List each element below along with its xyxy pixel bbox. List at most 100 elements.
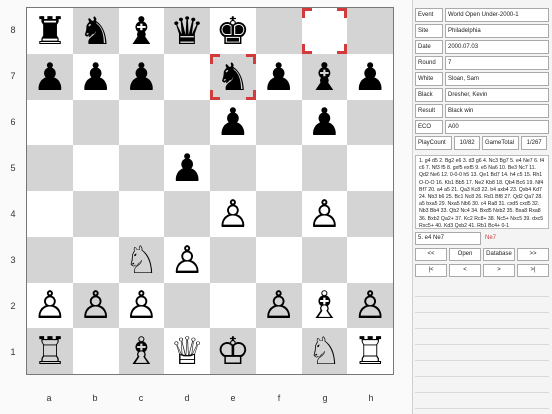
- square-b4[interactable]: [72, 191, 119, 237]
- square-f2[interactable]: ♙: [255, 282, 302, 329]
- piece[interactable]: ♙: [353, 286, 387, 324]
- end-move-button[interactable]: >|: [517, 264, 549, 277]
- square-h3[interactable]: [347, 236, 393, 283]
- square-g6[interactable]: ♟: [301, 99, 348, 146]
- piece[interactable]: ♙: [124, 286, 158, 324]
- square-b3[interactable]: [72, 236, 119, 283]
- info-value[interactable]: A00: [445, 120, 549, 134]
- piece[interactable]: ♙: [79, 286, 113, 324]
- square-c7[interactable]: ♟: [118, 53, 165, 100]
- piece[interactable]: ♕: [170, 332, 204, 370]
- piece[interactable]: ♚: [216, 12, 250, 50]
- first-game-button[interactable]: <<: [415, 248, 447, 261]
- piece[interactable]: ♙: [307, 195, 341, 233]
- piece[interactable]: ♘: [124, 241, 158, 279]
- square-a7[interactable]: ♟: [27, 53, 73, 100]
- square-b6[interactable]: [72, 99, 119, 146]
- square-a2[interactable]: ♙: [27, 282, 73, 329]
- square-b5[interactable]: [72, 145, 119, 191]
- square-f1[interactable]: [255, 328, 302, 374]
- info-value[interactable]: 2000.07.03: [445, 40, 549, 54]
- piece[interactable]: ♝: [307, 58, 341, 96]
- piece[interactable]: ♟: [79, 58, 113, 96]
- square-h7[interactable]: ♟: [347, 53, 393, 100]
- square-e6[interactable]: ♟: [210, 99, 256, 146]
- square-b1[interactable]: [72, 328, 119, 374]
- piece[interactable]: ♙: [216, 195, 250, 233]
- piece[interactable]: ♙: [33, 286, 67, 324]
- square-a5[interactable]: [27, 145, 73, 191]
- square-h5[interactable]: [347, 145, 393, 191]
- square-a1[interactable]: ♖: [27, 328, 73, 374]
- square-d3[interactable]: ♙: [164, 236, 210, 283]
- square-g8[interactable]: [301, 8, 348, 54]
- square-e2[interactable]: [210, 282, 256, 329]
- info-value[interactable]: Sloan, Sam: [445, 72, 549, 86]
- square-a8[interactable]: ♜: [27, 8, 73, 54]
- start-move-button[interactable]: |<: [415, 264, 447, 277]
- piece[interactable]: ♟: [124, 58, 158, 96]
- piece[interactable]: ♗: [124, 332, 158, 370]
- piece[interactable]: ♙: [170, 241, 204, 279]
- piece[interactable]: ♘: [307, 332, 341, 370]
- square-g7[interactable]: ♝: [301, 53, 348, 100]
- square-h2[interactable]: ♙: [347, 282, 393, 329]
- square-c1[interactable]: ♗: [118, 328, 165, 374]
- square-a4[interactable]: [27, 191, 73, 237]
- piece[interactable]: ♖: [33, 332, 67, 370]
- square-b2[interactable]: ♙: [72, 282, 119, 329]
- square-h4[interactable]: [347, 191, 393, 237]
- square-e3[interactable]: [210, 236, 256, 283]
- piece[interactable]: ♟: [307, 103, 341, 141]
- square-e8[interactable]: ♚: [210, 8, 256, 54]
- square-a3[interactable]: [27, 236, 73, 283]
- square-a6[interactable]: [27, 99, 73, 146]
- square-f7[interactable]: ♟: [255, 53, 302, 100]
- piece[interactable]: ♗: [307, 286, 341, 324]
- square-b7[interactable]: ♟: [72, 53, 119, 100]
- square-c3[interactable]: ♘: [118, 236, 165, 283]
- piece[interactable]: ♞: [79, 12, 113, 50]
- piece[interactable]: ♛: [170, 12, 204, 50]
- square-f4[interactable]: [255, 191, 302, 237]
- piece[interactable]: ♟: [353, 58, 387, 96]
- square-d7[interactable]: [164, 53, 210, 100]
- info-value[interactable]: World Open Under-2000-1: [445, 8, 549, 22]
- database-button[interactable]: Database: [483, 248, 515, 261]
- square-c6[interactable]: [118, 99, 165, 146]
- notes-area[interactable]: [415, 281, 549, 413]
- piece[interactable]: ♟: [262, 58, 296, 96]
- square-e4[interactable]: ♙: [210, 191, 256, 237]
- move-list[interactable]: 1. g4 d5 2. Bg2 e6 3. d3 g6 4. Nc3 Bg7 5…: [415, 155, 549, 229]
- square-e7[interactable]: ♞: [210, 53, 256, 100]
- piece[interactable]: ♟: [216, 103, 250, 141]
- piece[interactable]: ♔: [216, 332, 250, 370]
- square-e1[interactable]: ♔: [210, 328, 256, 374]
- square-d5[interactable]: ♟: [164, 145, 210, 191]
- square-f3[interactable]: [255, 236, 302, 283]
- prev-move-button[interactable]: <: [449, 264, 481, 277]
- piece[interactable]: ♟: [170, 149, 204, 187]
- square-g4[interactable]: ♙: [301, 191, 348, 237]
- info-value[interactable]: Philadelphia: [445, 24, 549, 38]
- piece[interactable]: ♜: [33, 12, 67, 50]
- square-c2[interactable]: ♙: [118, 282, 165, 329]
- square-h1[interactable]: ♖: [347, 328, 393, 374]
- square-c4[interactable]: [118, 191, 165, 237]
- square-h8[interactable]: [347, 8, 393, 54]
- square-f6[interactable]: [255, 99, 302, 146]
- square-g2[interactable]: ♗: [301, 282, 348, 329]
- chess-board[interactable]: ♜ ♞ ♝ ♛ ♚ ♟ ♟ ♟ ♞ ♟ ♝ ♟ ♟ ♟ ♟ ♙ ♙ ♘ ♙ ♙ ♙ ♙ ♙ ♗ ♙ ♖ ♗ ♕ ♔ ♘ ♖: [26, 7, 394, 375]
- square-e5[interactable]: [210, 145, 256, 191]
- info-value[interactable]: 7: [445, 56, 549, 70]
- square-f5[interactable]: [255, 145, 302, 191]
- open-button[interactable]: Open: [449, 248, 481, 261]
- square-d4[interactable]: [164, 191, 210, 237]
- square-d8[interactable]: ♛: [164, 8, 210, 54]
- square-d2[interactable]: [164, 282, 210, 329]
- square-g5[interactable]: [301, 145, 348, 191]
- square-f8[interactable]: [255, 8, 302, 54]
- square-g1[interactable]: ♘: [301, 328, 348, 374]
- square-g3[interactable]: [301, 236, 348, 283]
- piece[interactable]: ♝: [124, 12, 158, 50]
